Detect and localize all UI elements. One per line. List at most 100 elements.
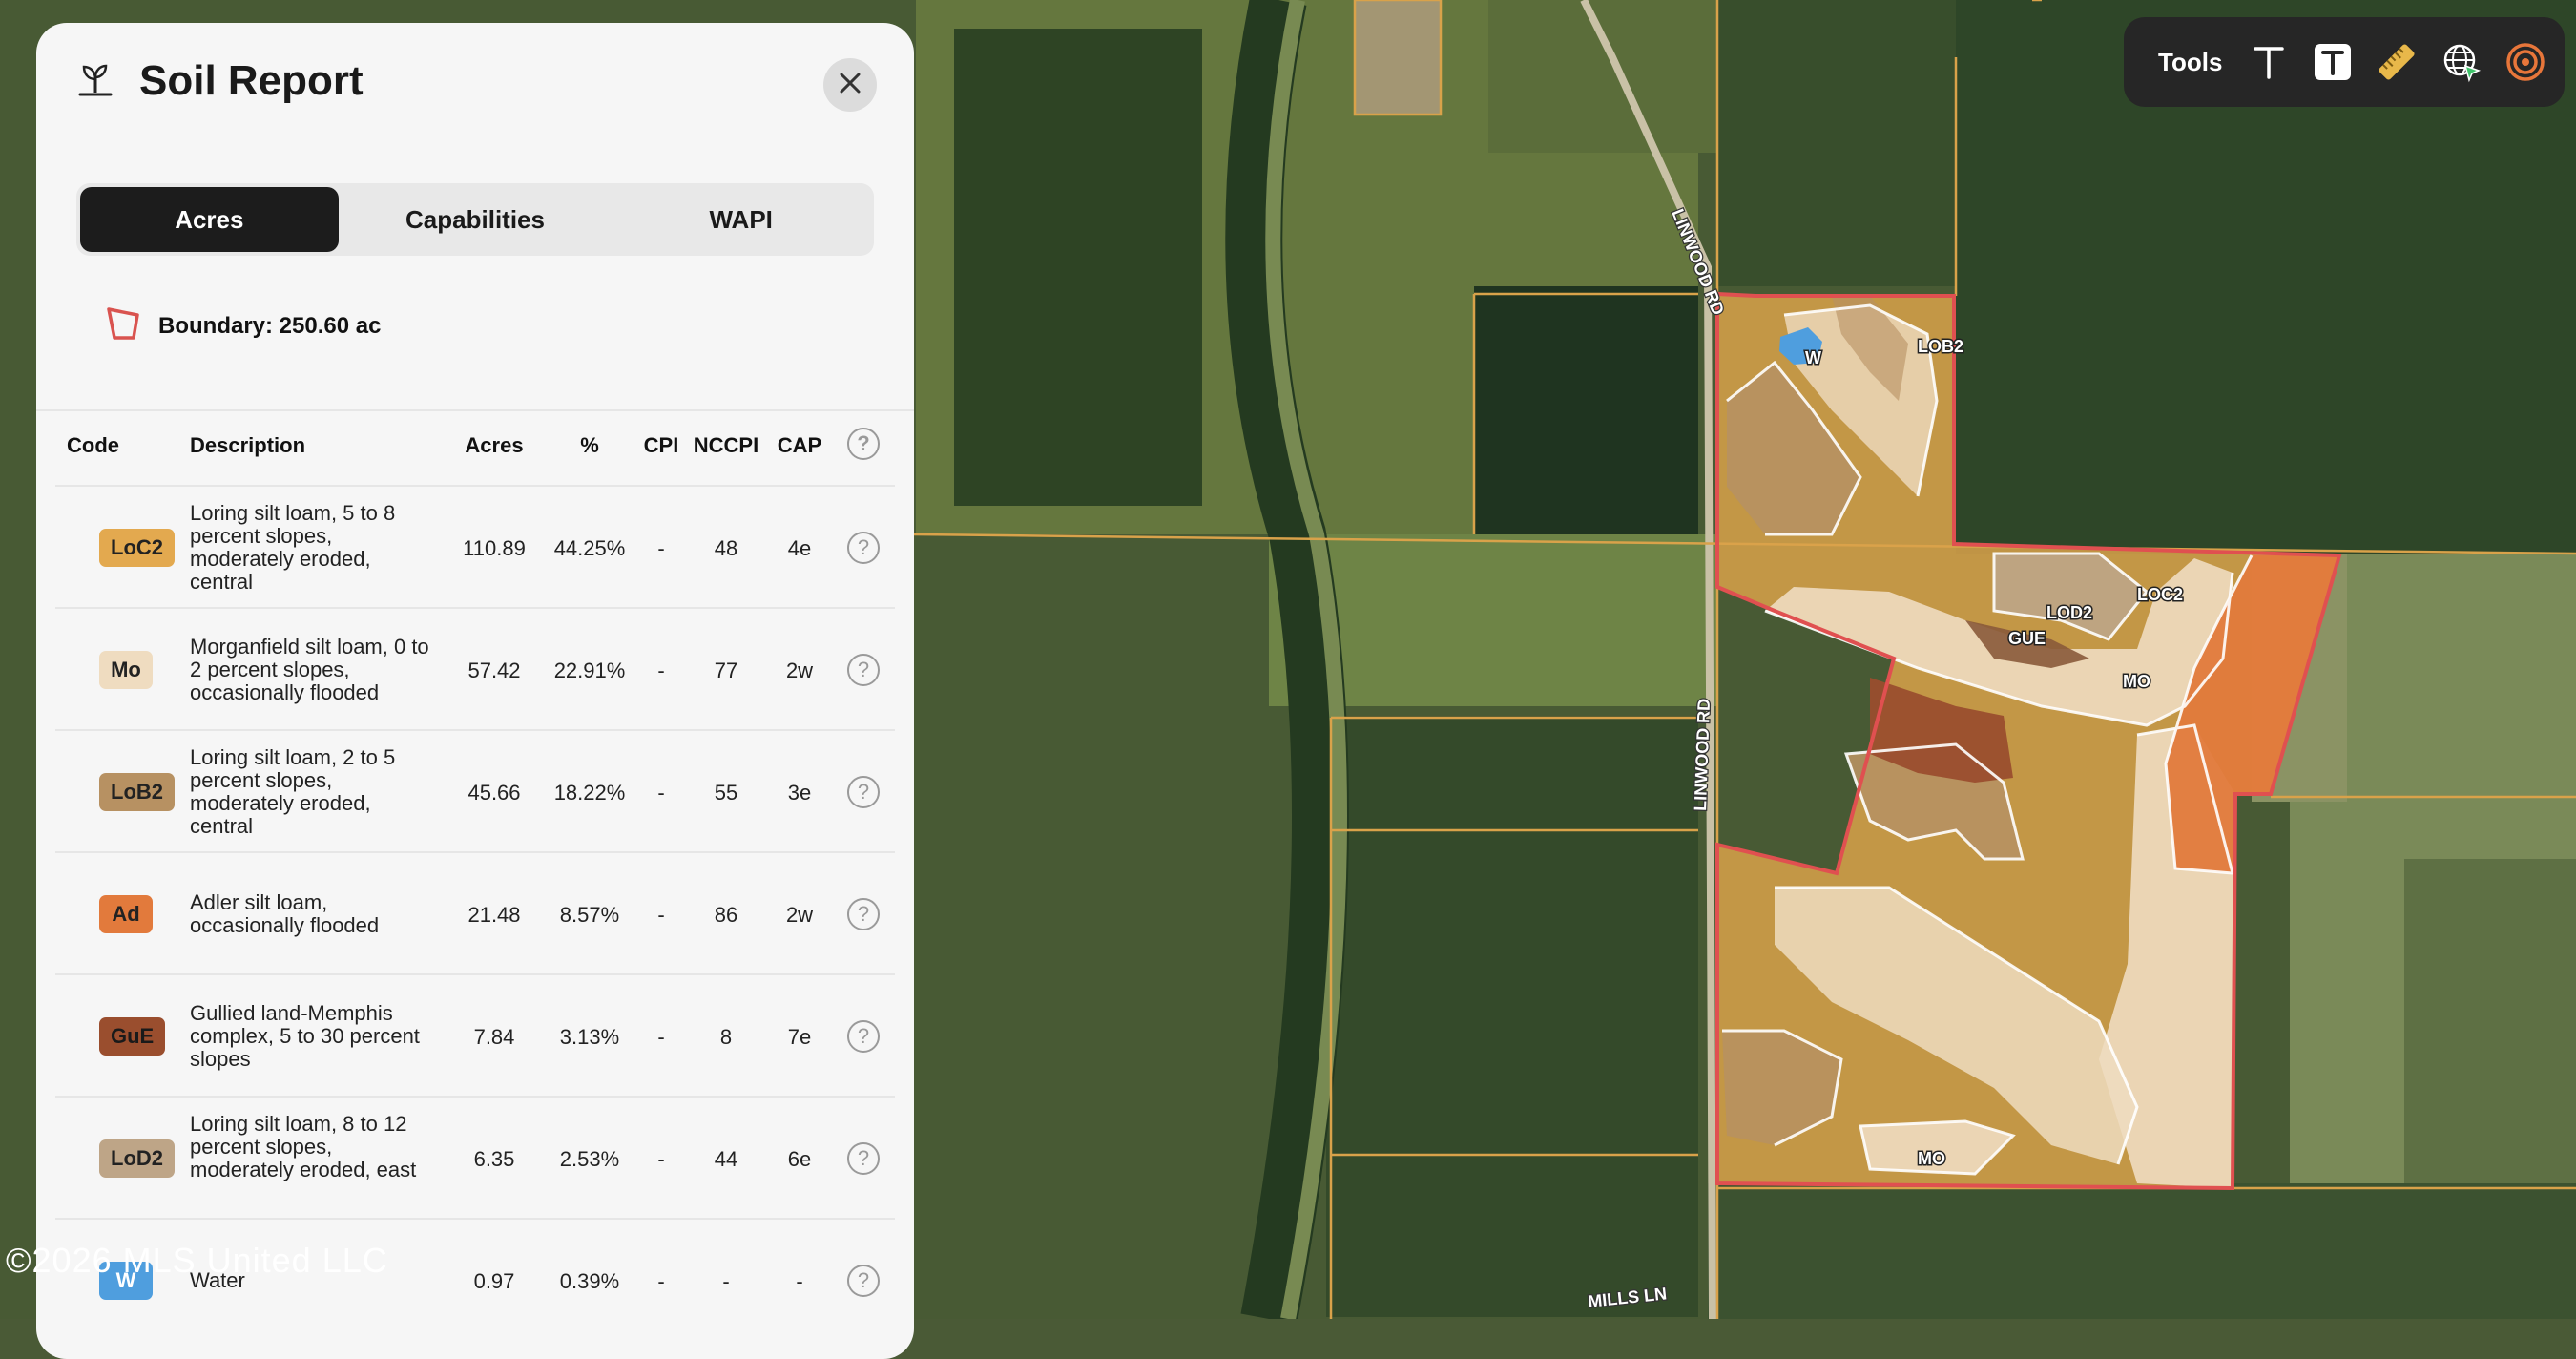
soil-percent: 44.25% [553,536,626,560]
soil-code: Ad [99,895,153,933]
boundary-polygon-icon [103,302,145,350]
tab-wapi[interactable]: WAPI [612,187,870,252]
soil-percent: 2.53% [559,1147,620,1171]
tab-acres[interactable]: Acres [80,187,339,252]
soil-nccpi: 55 [714,781,738,805]
soil-acres: 21.48 [467,903,521,927]
soil-percent: 22.91% [553,659,626,682]
soil-label-loc2: LOC2 [2137,585,2183,604]
col-nccpi: NCCPI [693,433,759,457]
forest [1708,1183,2576,1319]
soil-cap: 3e [787,781,812,805]
farm-buildings [1355,0,1441,115]
globe-tool-icon[interactable] [2436,34,2485,90]
table-row[interactable]: GuE Gullied land-Memphis complex, 5 to 30… [55,973,895,1098]
help-icon[interactable]: ? [847,1020,880,1053]
soil-code: LoD2 [99,1139,175,1178]
tools-label: Tools [2158,47,2223,76]
panel-header: Soil Report [74,57,364,105]
tools-toolbar: Tools [2124,17,2565,107]
text-tool-icon[interactable] [2243,34,2293,90]
soil-acres: 7.84 [473,1025,515,1049]
soil-label-w: W [1805,348,1821,367]
boundary-summary: Boundary: 250.60 ac [103,302,381,350]
soil-cap: 2w [785,659,814,682]
table-row[interactable]: LoC2 Loring silt loam, 5 to 8 percent slo… [55,485,895,609]
boundary-text: Boundary: 250.60 ac [158,312,382,339]
soil-code: LoC2 [99,529,175,567]
soil-cap: 2w [785,903,814,927]
soil-label-gue: GUE [2008,629,2046,648]
help-icon[interactable]: ? [847,898,880,930]
table-row[interactable]: Mo Morganfield silt loam, 0 to 2 percent … [55,607,895,731]
table-row[interactable]: Ad Adler silt loam, occasionally flooded 2… [55,851,895,975]
soil-cap: - [796,1269,803,1293]
copyright-watermark: ©2026 MLS United LLC [6,1241,388,1280]
soil-code-badge: Ad [99,895,153,933]
soil-cap: 4e [787,536,812,560]
soil-report-panel: Soil Report Acres Capabilities WAPI Boun… [36,23,914,1359]
close-button[interactable] [823,58,877,112]
help-icon[interactable]: ? [847,532,880,564]
soil-description: Loring silt loam, 2 to 5 percent slopes,… [190,745,396,838]
close-icon [838,71,862,100]
help-icon[interactable]: ? [847,1142,880,1175]
soil-code-badge: LoD2 [99,1139,175,1178]
soil-cpi: - [657,903,665,927]
help-icon[interactable]: ? [847,654,880,686]
soil-label-mo-south: MO [1918,1149,1945,1168]
soil-nccpi: 44 [714,1147,738,1171]
soil-cpi: - [657,1025,665,1049]
help-icon[interactable]: ? [847,1265,880,1297]
field [1488,0,1717,153]
soil-acres: 45.66 [467,781,521,805]
soil-code-badge: Mo [99,651,153,689]
soil-label-lod2: LOD2 [2046,603,2092,622]
soil-percent: 8.57% [559,903,620,927]
ruler-tool-icon[interactable] [2372,34,2421,90]
divider [36,409,914,411]
soil-nccpi: 86 [714,903,738,927]
soil-description: Adler silt loam, occasionally flooded [190,890,380,937]
soil-nccpi: 48 [714,536,738,560]
forest-strip [954,29,1202,506]
col-cpi: CPI [643,433,679,457]
radius-tool-icon[interactable] [2501,34,2550,90]
soil-plant-icon [74,58,116,105]
soil-code-badge: LoC2 [99,529,175,567]
soil-code: LoB2 [99,773,175,811]
soil-nccpi: - [722,1269,730,1293]
soil-acres: 0.97 [473,1269,515,1293]
soil-percent: 18.22% [553,781,626,805]
road-label-linwood-south: LINWOOD RD [1691,699,1714,812]
col-cap: CAP [777,433,822,457]
col-code: Code [67,433,119,457]
soil-label-lob2: LOB2 [1918,337,1963,356]
soil-acres: 110.89 [463,536,526,560]
page-title: Soil Report [139,57,364,104]
soil-acres: 57.42 [467,659,521,682]
table-row[interactable]: LoB2 Loring silt loam, 2 to 5 percent slo… [55,729,895,853]
soil-cap: 7e [787,1025,812,1049]
forest [1326,716,1698,1317]
soil-description: Gullied land-Memphis complex, 5 to 30 pe… [190,1001,420,1071]
soil-cpi: - [657,781,665,805]
soil-code-badge: GuE [99,1017,166,1056]
col-percent: % [580,433,599,457]
tab-capabilities[interactable]: Capabilities [346,187,605,252]
help-icon[interactable]: ? [847,428,880,460]
forest [1474,286,1698,534]
soil-cpi: - [657,536,665,560]
soil-description: Morganfield silt loam, 0 to 2 percent sl… [190,635,429,704]
soil-cpi: - [657,1269,665,1293]
soil-cpi: - [657,1147,665,1171]
col-description: Description [190,433,306,457]
soil-cpi: - [657,659,665,682]
text-box-tool-icon[interactable] [2308,34,2358,90]
help-icon[interactable]: ? [847,776,880,808]
soil-code: GuE [99,1017,166,1056]
soil-nccpi: 8 [719,1025,733,1049]
soil-cap: 6e [787,1147,812,1171]
soil-percent: 0.39% [559,1269,620,1293]
table-row[interactable]: LoD2 Loring silt loam, 8 to 12 percent sl… [55,1096,895,1220]
